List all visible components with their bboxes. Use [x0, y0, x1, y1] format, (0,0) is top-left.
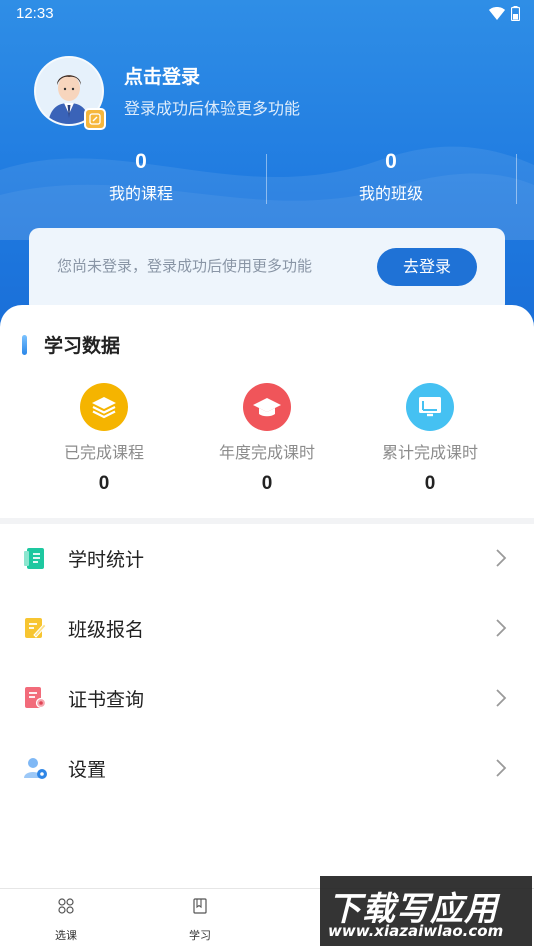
grid-icon [58, 898, 74, 914]
status-bar: 12:33 [0, 0, 534, 28]
menu-label: 学时统计 [68, 549, 145, 571]
login-title[interactable]: 点击登录 [124, 62, 200, 89]
status-icons [489, 6, 520, 21]
stats-row: 0 我的课程 0 我的班级 [0, 150, 534, 210]
chart-board-icon [406, 383, 454, 431]
tab-label: 选课 [55, 929, 77, 942]
stat-label: 我的课程 [108, 184, 173, 203]
data-item-annual-hours[interactable]: 年度完成课时 0 [178, 383, 356, 495]
menu-label: 设置 [68, 759, 107, 781]
status-time: 12:33 [16, 5, 54, 22]
login-notice-card: 您尚未登录，登录成功后使用更多功能 去登录 [29, 228, 505, 314]
edit-note-icon [25, 618, 47, 638]
chevron-right-icon [496, 759, 507, 777]
data-item-completed-courses[interactable]: 已完成课程 0 [15, 383, 193, 495]
login-subtitle: 登录成功后体验更多功能 [124, 99, 301, 118]
data-label: 已完成课程 [63, 443, 144, 462]
data-label: 累计完成课时 [381, 443, 478, 462]
menu-label: 班级报名 [68, 619, 145, 641]
tab-label: 学习 [189, 929, 211, 942]
tab-select-course[interactable]: 选课 [26, 897, 106, 943]
user-settings-icon [24, 758, 47, 779]
data-item-total-hours[interactable]: 累计完成课时 0 [341, 383, 519, 495]
pencil-icon [89, 113, 101, 125]
data-value: 0 [424, 473, 436, 494]
stat-value: 0 [135, 150, 147, 173]
stat-my-classes[interactable]: 0 我的班级 [258, 150, 524, 204]
book-icon [193, 898, 207, 914]
chevron-right-icon [496, 619, 507, 637]
divider [516, 154, 517, 204]
go-login-button[interactable]: 去登录 [377, 248, 477, 286]
notice-text: 您尚未登录，登录成功后使用更多功能 [57, 257, 313, 275]
stat-label: 我的班级 [358, 184, 423, 203]
certificate-icon [25, 687, 47, 709]
menu-item-class-signup[interactable]: 班级报名 [0, 593, 534, 663]
menu-item-settings[interactable]: 设置 [0, 733, 534, 803]
wifi-icon [489, 7, 505, 20]
data-value: 0 [261, 473, 273, 494]
section-title: 学习数据 [44, 335, 121, 357]
stat-my-courses[interactable]: 0 我的课程 [8, 150, 274, 204]
watermark-url: www.xiazaiwlao.com [328, 922, 504, 940]
data-label: 年度完成课时 [218, 443, 315, 462]
battery-icon [511, 6, 520, 21]
menu-item-study-hours[interactable]: 学时统计 [0, 523, 534, 593]
menu-label: 证书查询 [68, 689, 145, 711]
watermark-logo: 下载写应用 www.xiazaiwlao.com [320, 876, 532, 946]
edit-profile-button[interactable] [84, 108, 106, 130]
chevron-right-icon [496, 549, 507, 567]
content-panel: 学习数据 已完成课程 0 年度完成课时 0 累计完成课时 0 学时统计 班级报名… [0, 305, 534, 950]
menu-item-certificate-query[interactable]: 证书查询 [0, 663, 534, 733]
tab-study[interactable]: 学习 [160, 897, 240, 943]
chevron-right-icon [496, 689, 507, 707]
layers-icon [80, 383, 128, 431]
graduation-cap-icon [243, 383, 291, 431]
notebook-icon [24, 548, 44, 569]
stat-value: 0 [385, 150, 397, 173]
section-accent-bar [22, 335, 27, 355]
data-value: 0 [98, 473, 110, 494]
